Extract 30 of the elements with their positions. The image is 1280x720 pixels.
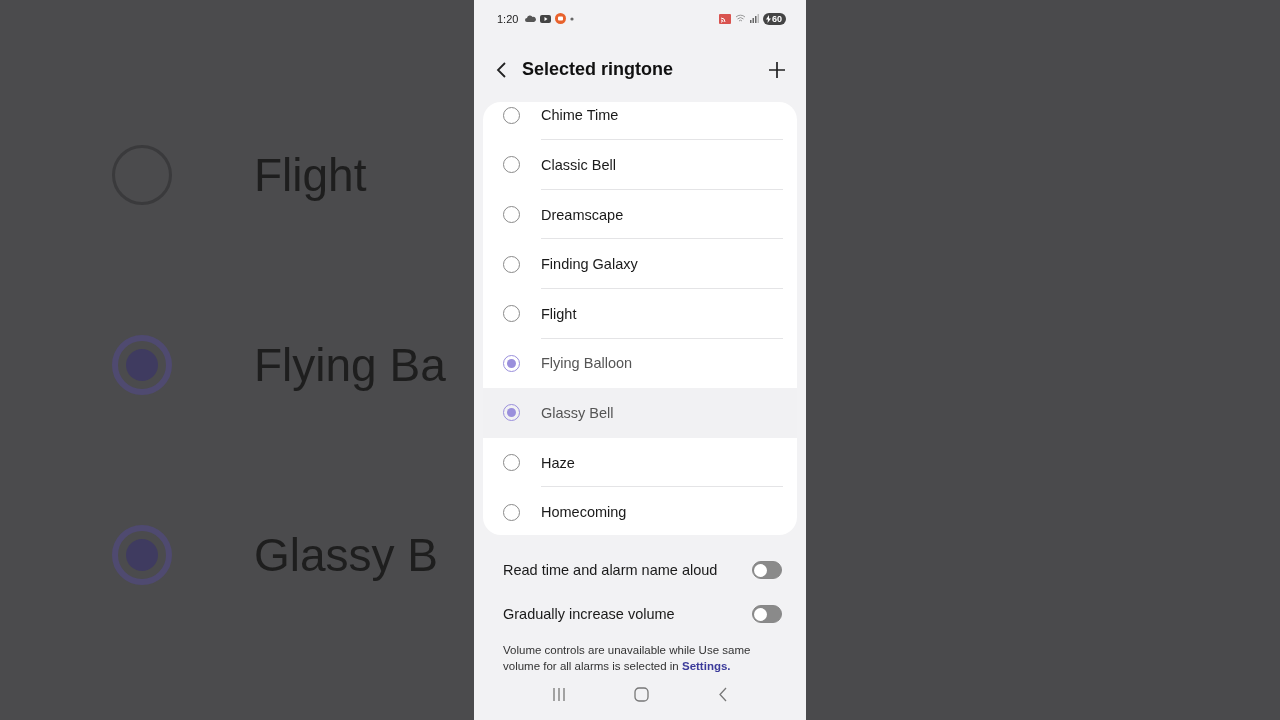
dot-icon <box>570 16 575 21</box>
ringtone-item[interactable]: Flight <box>483 288 797 339</box>
ringtone-item[interactable]: Flying Balloon <box>483 338 797 389</box>
recent-apps-button[interactable] <box>552 687 567 701</box>
back-button[interactable] <box>496 60 508 79</box>
toggle-switch[interactable] <box>752 605 782 624</box>
ringtone-item[interactable]: Homecoming <box>483 487 797 535</box>
page-title: Selected ringtone <box>522 59 675 81</box>
status-time: 1:20 <box>497 12 519 25</box>
ringtone-item[interactable]: Dreamscape <box>483 189 797 240</box>
ringtone-item[interactable]: Haze <box>483 437 797 488</box>
add-button[interactable] <box>768 60 786 79</box>
back-nav-button[interactable] <box>717 686 728 702</box>
ringtone-item[interactable]: Classic Bell <box>483 140 797 190</box>
ringtone-item[interactable]: Chime Time <box>483 101 797 141</box>
cloud-icon <box>525 15 537 23</box>
settings-link[interactable]: Settings. <box>681 660 731 673</box>
home-button[interactable] <box>634 686 650 702</box>
app-icon <box>555 13 567 25</box>
battery-indicator: 60 <box>763 12 786 25</box>
volume-note: Volume controls are unavailable while Use same volume for all alarms is selected in Settings. <box>503 643 752 675</box>
ringtone-item[interactable]: Finding Galaxy <box>483 239 797 289</box>
wifi-icon <box>735 14 746 24</box>
option-label: Read time and alarm name aloud <box>503 562 718 579</box>
video-icon <box>540 14 552 23</box>
ringtone-item[interactable]: Glassy Bell <box>483 388 797 438</box>
cast-icon <box>719 13 731 24</box>
toggle-switch[interactable] <box>752 561 782 580</box>
option-label: Gradually increase volume <box>503 606 675 623</box>
signal-icon <box>750 14 759 24</box>
